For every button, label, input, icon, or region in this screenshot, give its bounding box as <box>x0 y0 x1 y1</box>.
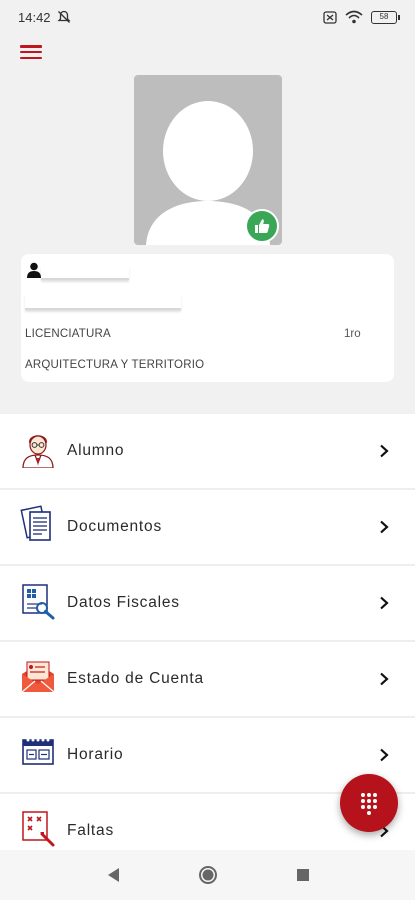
semester-label: 1ro <box>344 328 361 340</box>
chevron-right-icon <box>380 444 389 458</box>
sim-off-icon <box>323 10 337 24</box>
wifi-icon <box>345 10 363 24</box>
menu-item-label: Estado de Cuenta <box>67 670 204 687</box>
user-icon <box>27 262 41 278</box>
account-statement-icon <box>21 661 55 693</box>
thumbs-up-icon <box>245 209 279 243</box>
status-bar: 14:42 58 <box>0 0 415 34</box>
menu-item-estado-de-cuenta[interactable]: Estado de Cuenta <box>0 642 415 718</box>
home-icon[interactable] <box>198 865 218 885</box>
back-icon[interactable] <box>106 867 120 883</box>
chevron-right-icon <box>380 520 389 534</box>
recents-icon[interactable] <box>296 868 310 882</box>
hamburger-icon[interactable] <box>20 42 42 62</box>
status-left: 14:42 <box>18 10 71 25</box>
system-nav-bar <box>0 850 415 900</box>
status-right: 58 <box>323 10 400 24</box>
chevron-right-icon <box>380 748 389 762</box>
absences-icon <box>22 811 55 847</box>
menu-item-label: Datos Fiscales <box>67 594 180 611</box>
calendar-icon <box>22 738 54 765</box>
dialpad-icon <box>361 793 377 815</box>
tax-data-icon <box>22 584 55 620</box>
menu-item-label: Faltas <box>67 822 115 839</box>
career-label: ARQUITECTURA Y TERRITORIO <box>25 359 205 371</box>
student-icon <box>22 435 54 468</box>
menu-item-documentos[interactable]: Documentos <box>0 490 415 566</box>
status-time: 14:42 <box>18 9 51 25</box>
menu-item-label: Horario <box>67 746 124 763</box>
notifications-off-icon <box>56 10 71 23</box>
battery-level: 58 <box>379 11 389 21</box>
dialpad-fab-button[interactable] <box>340 774 398 832</box>
menu-item-datos-fiscales[interactable]: Datos Fiscales <box>0 566 415 642</box>
chevron-right-icon <box>380 596 389 610</box>
battery-icon: 58 <box>371 10 400 24</box>
student-id-redacted <box>25 294 181 310</box>
menu-item-label: Alumno <box>67 442 125 459</box>
menu-item-alumno[interactable]: Alumno <box>0 414 415 490</box>
student-name-redacted <box>41 266 129 280</box>
chevron-right-icon <box>380 672 389 686</box>
student-info-card: LICENCIATURA 1ro ARQUITECTURA Y TERRITOR… <box>21 254 394 382</box>
degree-label: LICENCIATURA <box>25 328 111 340</box>
documents-icon <box>20 505 51 541</box>
menu-item-label: Documentos <box>67 518 163 535</box>
